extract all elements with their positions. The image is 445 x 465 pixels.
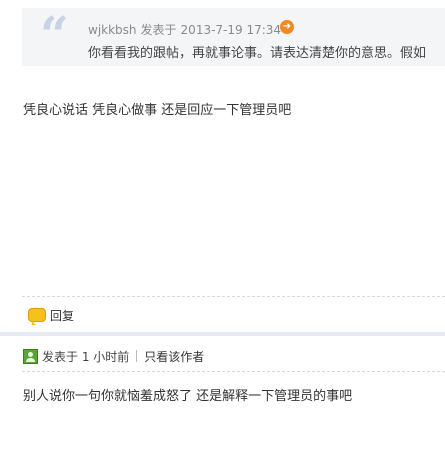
post2-meta: 发表于 1 小时前 只看该作者 [23,347,204,365]
quote-posted-label: 发表于 [140,23,177,37]
speech-bubble-icon [28,308,46,325]
quote-mark-icon: “ [40,5,69,64]
arrow-circle-icon[interactable]: ➜ [280,20,294,34]
meta-divider [136,350,138,362]
quote-meta: wjkkbsh 发表于 2013-7-19 17:34 [88,21,281,38]
divider [22,296,445,297]
reply-button[interactable]: 回复 [28,306,75,325]
only-author-link[interactable]: 只看该作者 [144,348,204,365]
reply-label: 回复 [50,308,75,323]
post-separator [0,332,445,336]
quote-author[interactable]: wjkkbsh [88,23,137,37]
quote-text: 你看看我的跟帖，再就事论事。请表达清楚你的意思。假如 [88,46,427,61]
post2-time-ago: 1 小时前 [81,349,130,364]
post2-body-text: 别人说你一句你就恼羞成怒了 还是解释一下管理员的事吧 [23,389,353,404]
post-body-text: 凭良心说话 凭良心做事 还是回应一下管理员吧 [23,103,292,118]
divider [22,371,445,372]
quote-block: “ wjkkbsh 发表于 2013-7-19 17:34 ➜ 你看看我的跟帖，再就… [22,8,445,66]
user-avatar-icon [23,348,38,364]
quote-timestamp: 2013-7-19 17:34 [180,23,282,37]
post2-posted-label: 发表于 [42,349,79,364]
